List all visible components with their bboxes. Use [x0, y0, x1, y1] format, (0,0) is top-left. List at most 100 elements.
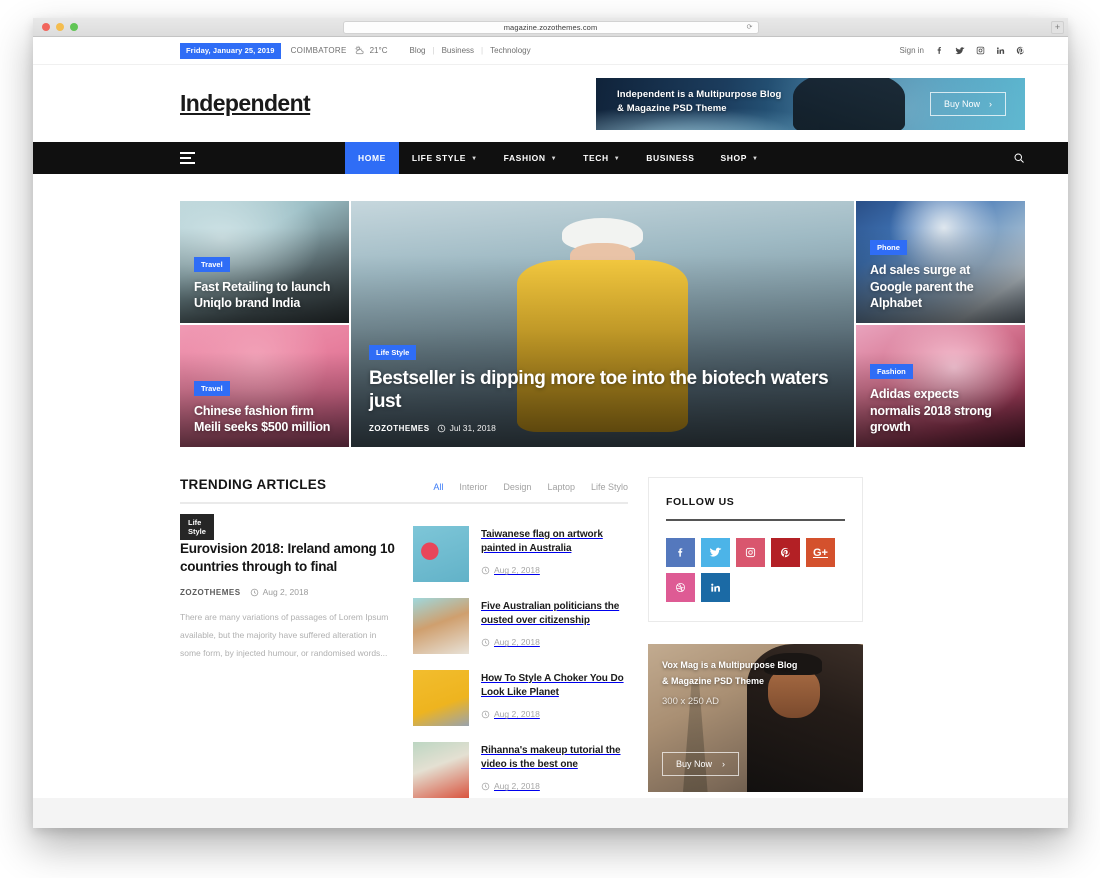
facebook-icon[interactable] [935, 46, 944, 55]
category-badge[interactable]: Phone [870, 240, 907, 256]
reload-icon[interactable]: ⟳ [747, 23, 753, 31]
current-date: Friday, January 25, 2019 [180, 42, 281, 59]
featured-article-link[interactable]: Eurovision 2018: Ireland among 10 countr… [180, 540, 395, 576]
minimize-window-button[interactable] [56, 23, 64, 31]
filter-life-style[interactable]: Life Stylo [591, 482, 628, 492]
trending-columns: Life Style Eurovision 2018: Ireland amon… [180, 514, 628, 798]
nav-item-label: TECH [583, 153, 609, 163]
instagram-icon[interactable] [976, 46, 985, 55]
list-item-thumbnail [413, 598, 469, 654]
nav-item-shop[interactable]: SHOP ▼ [708, 142, 772, 174]
topbar-link-business[interactable]: Business [442, 46, 474, 55]
chevron-down-icon: ▼ [613, 156, 621, 162]
banner-buy-now-button[interactable]: Buy Now › [929, 91, 1006, 116]
site-logo[interactable]: Independent [180, 90, 311, 117]
nav-item-label: LIFE STYLE [411, 153, 467, 163]
category-badge[interactable]: Life Style [369, 344, 417, 360]
instagram-icon[interactable] [736, 538, 765, 567]
linkedin-icon[interactable] [996, 46, 1005, 55]
page-content: Travel Fast Retailing to launch Uniqlo b… [33, 174, 1068, 798]
list-item-body: Five Australian politicians the ousted o… [481, 598, 628, 654]
hero-card-body: Life Style Bestseller is dipping more to… [369, 342, 836, 433]
filter-all[interactable]: All [433, 482, 443, 492]
dribbble-icon[interactable] [666, 573, 695, 602]
nav-item-label: SHOP [720, 153, 748, 163]
article-date: Aug 2, 2018 [481, 565, 628, 575]
section-title: TRENDING ARTICLES [180, 477, 327, 492]
address-bar[interactable]: magazine.zozothemes.com ⟳ [342, 20, 759, 34]
category-badge[interactable]: Travel [194, 380, 230, 396]
hero-card-body: Fashion Adidas expects normalis 2018 str… [870, 361, 1011, 435]
hero-card-center[interactable]: Life Style Bestseller is dipping more to… [351, 201, 854, 447]
close-window-button[interactable] [42, 23, 50, 31]
article-date-text: Aug 2, 2018 [494, 709, 540, 720]
nav-item-tech[interactable]: TECH ▼ [570, 142, 633, 174]
sidebar: FOLLOW US G+ Vox Mag is a Multipurpose B… [648, 477, 863, 798]
twitter-icon[interactable] [955, 46, 965, 56]
search-icon[interactable] [1013, 142, 1025, 174]
list-item-thumbnail [413, 526, 469, 582]
sidebar-ad-size: 300 x 250 AD [662, 696, 720, 707]
list-item-title: Five Australian politicians the ousted o… [481, 601, 620, 627]
article-date: Aug 2, 2018 [481, 781, 628, 791]
hero-card-bottom-left[interactable]: Travel Chinese fashion firm Meili seeks … [180, 325, 349, 447]
hero-card-top-right[interactable]: Phone Ad sales surge at Google parent th… [856, 201, 1025, 323]
article-date-text: Aug 2, 2018 [494, 637, 540, 648]
browser-window: magazine.zozothemes.com ⟳ + Friday, Janu… [33, 18, 1068, 828]
chevron-right-icon: › [989, 98, 992, 109]
hero-card-bottom-right[interactable]: Fashion Adidas expects normalis 2018 str… [856, 325, 1025, 447]
linkedin-icon[interactable] [701, 573, 730, 602]
sidebar-banner-ad[interactable]: Vox Mag is a Multipurpose Blog & Magazin… [648, 644, 863, 792]
list-item[interactable]: Taiwanese flag on artwork painted in Aus… [413, 526, 628, 582]
list-item-title: Taiwanese flag on artwork painted in Aus… [481, 529, 603, 555]
hero-grid: Travel Fast Retailing to launch Uniqlo b… [180, 201, 1025, 447]
article-author: ZOZOTHEMES [369, 423, 430, 433]
sidebar-buy-now-button[interactable]: Buy Now › [662, 752, 740, 776]
category-badge[interactable]: Fashion [870, 364, 913, 380]
hero-card-top-left[interactable]: Travel Fast Retailing to launch Uniqlo b… [180, 201, 349, 323]
nav-item-business[interactable]: BUSINESS [633, 142, 707, 174]
new-tab-button[interactable]: + [1051, 21, 1064, 34]
nav-item-label: FASHION [503, 153, 546, 163]
hamburger-line [180, 162, 195, 164]
article-date: Aug 2, 2018 [481, 637, 628, 647]
category-filters: All Interior Design Laptop Life Stylo [433, 482, 628, 492]
widget-divider [666, 519, 845, 521]
nav-item-fashion[interactable]: FASHION ▼ [491, 142, 571, 174]
hero-card-body: Travel Fast Retailing to launch Uniqlo b… [194, 254, 335, 312]
googleplus-glyph: G+ [813, 546, 828, 559]
googleplus-icon[interactable]: G+ [806, 538, 835, 567]
top-info-bar: Friday, January 25, 2019 COIMBATORE 21°C… [33, 37, 1068, 65]
header-banner-ad[interactable]: Independent is a Multipurpose Blog & Mag… [596, 77, 1025, 130]
filter-design[interactable]: Design [503, 482, 531, 492]
hamburger-line [180, 152, 195, 154]
topbar-link-blog[interactable]: Blog [409, 46, 425, 55]
list-item[interactable]: Five Australian politicians the ousted o… [413, 598, 628, 654]
pinterest-icon[interactable] [771, 538, 800, 567]
site-header: Independent Independent is a Multipurpos… [33, 65, 1068, 142]
nav-item-home[interactable]: HOME [345, 142, 399, 174]
filter-laptop[interactable]: Laptop [547, 482, 575, 492]
topbar-right: Sign in [900, 46, 1025, 56]
list-item[interactable]: How To Style A Choker You Do Look Like P… [413, 670, 628, 726]
window-controls[interactable] [33, 23, 78, 31]
maximize-window-button[interactable] [70, 23, 78, 31]
chevron-down-icon: ▼ [550, 156, 558, 162]
list-item-thumbnail [413, 670, 469, 726]
hamburger-icon[interactable] [180, 142, 210, 174]
pinterest-icon[interactable] [1016, 46, 1025, 55]
twitter-icon[interactable] [701, 538, 730, 567]
topbar-link-technology[interactable]: Technology [490, 46, 530, 55]
article-date: Jul 31, 2018 [437, 423, 496, 433]
url-text: magazine.zozothemes.com [503, 22, 598, 32]
cloud-sun-icon [354, 45, 365, 56]
list-item[interactable]: Rihanna's makeup tutorial the video is t… [413, 742, 628, 798]
facebook-icon[interactable] [666, 538, 695, 567]
sign-in-link[interactable]: Sign in [900, 46, 924, 55]
list-item-body: Rihanna's makeup tutorial the video is t… [481, 742, 628, 798]
list-item-title: Rihanna's makeup tutorial the video is t… [481, 745, 621, 771]
nav-item-life-style[interactable]: LIFE STYLE ▼ [399, 142, 491, 174]
category-badge[interactable]: Travel [194, 256, 230, 272]
hero-card-body: Phone Ad sales surge at Google parent th… [870, 237, 1011, 311]
filter-interior[interactable]: Interior [459, 482, 487, 492]
